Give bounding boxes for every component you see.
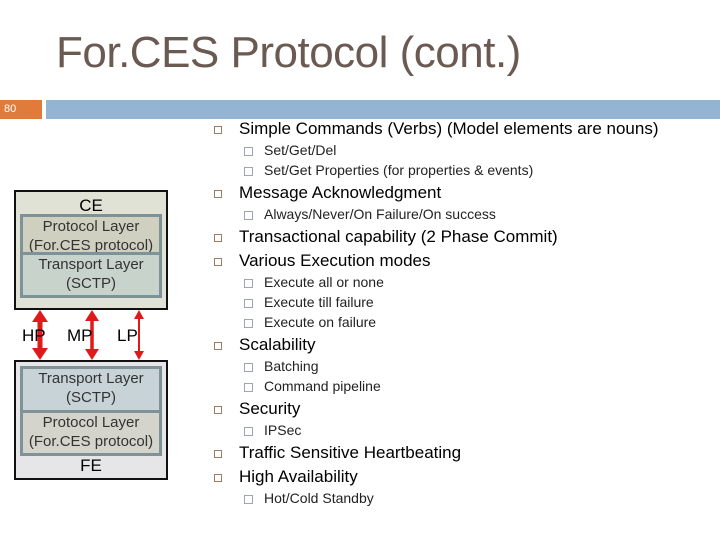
square-bullet-icon xyxy=(214,190,222,198)
hp-label: HP xyxy=(22,326,46,345)
list-item: Transactional capability (2 Phase Commit… xyxy=(200,224,720,248)
list-item: Security xyxy=(200,396,720,420)
mp-label: MP xyxy=(67,326,93,345)
sub-list-item-text: Execute till failure xyxy=(264,294,374,310)
list-item: Message Acknowledgment xyxy=(200,180,720,204)
fe-protocol-layer: Protocol Layer (For.CES protocol) xyxy=(20,410,162,456)
square-bullet-icon xyxy=(214,342,222,350)
fe-transport-layer: Transport Layer (SCTP) xyxy=(20,366,162,412)
square-bullet-icon xyxy=(214,406,222,414)
sub-list-item: Execute all or none xyxy=(200,272,720,292)
sub-list-item: Batching xyxy=(200,356,720,376)
list-item-text: Security xyxy=(239,399,301,418)
list-item-text: Various Execution modes xyxy=(239,251,431,270)
sub-list-item-text: Batching xyxy=(264,358,319,374)
list-item: Simple Commands (Verbs) (Model elements … xyxy=(200,116,720,140)
square-bullet-icon xyxy=(244,383,253,392)
list-item-text: Transactional capability (2 Phase Commit… xyxy=(239,227,558,246)
square-bullet-icon xyxy=(214,450,222,458)
sub-list-item-text: Command pipeline xyxy=(264,378,381,394)
sub-list-item-text: Execute on failure xyxy=(264,314,377,330)
ce-protocol-layer: Protocol Layer (For.CES protocol) xyxy=(20,214,162,254)
list-item-text: Message Acknowledgment xyxy=(239,183,442,202)
slide-number: 80 xyxy=(0,100,42,119)
list-item: Various Execution modes xyxy=(200,248,720,272)
square-bullet-icon xyxy=(244,427,253,436)
slide-title: For.CES Protocol (cont.) xyxy=(56,28,521,77)
list-item-text: High Availability xyxy=(239,467,358,486)
sub-list-item-text: Set/Get/Del xyxy=(264,142,337,158)
feature-list: Simple Commands (Verbs) (Model elements … xyxy=(200,116,720,508)
sub-list-item: Set/Get Properties (for properties & eve… xyxy=(200,160,720,180)
lp-label: LP xyxy=(117,326,138,345)
square-bullet-icon xyxy=(244,363,253,372)
square-bullet-icon xyxy=(244,299,253,308)
list-item-text: Traffic Sensitive Heartbeating xyxy=(239,443,462,462)
square-bullet-icon xyxy=(244,319,253,328)
list-item-text: Scalability xyxy=(239,335,316,354)
square-bullet-icon xyxy=(214,258,222,266)
fe-label: FE xyxy=(80,456,102,475)
sub-list-item: IPSec xyxy=(200,420,720,440)
list-item: High Availability xyxy=(200,464,720,488)
square-bullet-icon xyxy=(244,211,253,220)
square-bullet-icon xyxy=(244,495,253,504)
sub-list-item: Set/Get/Del xyxy=(200,140,720,160)
ce-box: CE Protocol Layer (For.CES protocol) Tra… xyxy=(14,190,168,310)
sub-list-item: Always/Never/On Failure/On success xyxy=(200,204,720,224)
square-bullet-icon xyxy=(244,279,253,288)
ce-label: CE xyxy=(79,196,103,215)
square-bullet-icon xyxy=(244,147,253,156)
sub-list-item-text: Execute all or none xyxy=(264,274,384,290)
sub-list-item: Command pipeline xyxy=(200,376,720,396)
sub-list-item: Hot/Cold Standby xyxy=(200,488,720,508)
square-bullet-icon xyxy=(214,126,222,134)
sub-list-item-text: IPSec xyxy=(264,422,302,438)
sub-list-item-text: Set/Get Properties (for properties & eve… xyxy=(264,162,534,178)
list-item: Scalability xyxy=(200,332,720,356)
fe-box: Transport Layer (SCTP) Protocol Layer (F… xyxy=(14,360,168,480)
sub-list-item: Execute till failure xyxy=(200,292,720,312)
sub-list-item-text: Hot/Cold Standby xyxy=(264,490,374,506)
sub-list-item-text: Always/Never/On Failure/On success xyxy=(264,206,496,222)
list-item: Traffic Sensitive Heartbeating xyxy=(200,440,720,464)
square-bullet-icon xyxy=(214,234,222,242)
sub-list-item: Execute on failure xyxy=(200,312,720,332)
square-bullet-icon xyxy=(244,167,253,176)
square-bullet-icon xyxy=(214,474,222,482)
list-item-text: Simple Commands (Verbs) (Model elements … xyxy=(239,119,659,138)
ce-transport-layer: Transport Layer (SCTP) xyxy=(20,252,162,298)
